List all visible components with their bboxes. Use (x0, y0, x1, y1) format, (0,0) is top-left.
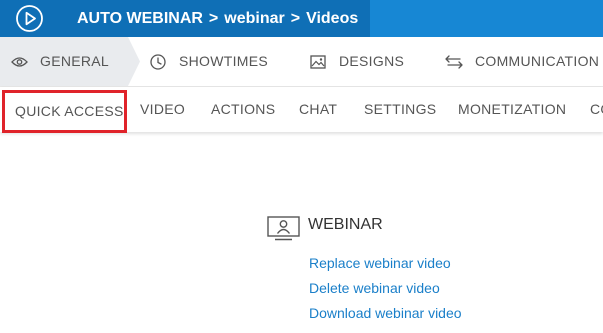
replace-webinar-video-link[interactable]: Replace webinar video (309, 255, 451, 271)
clock-icon (150, 54, 166, 70)
webinar-section-title: WEBINAR (308, 216, 383, 233)
sub-tab-video-label: VIDEO (140, 101, 186, 117)
sub-tab-co-label: CO (590, 101, 603, 117)
sub-tab-video[interactable]: VIDEO (140, 87, 185, 132)
tab-communication[interactable]: COMMUNICATION (444, 37, 603, 86)
breadcrumb-separator: > (290, 10, 301, 27)
sub-tab-actions[interactable]: ACTIONS (211, 87, 275, 132)
logo[interactable] (0, 0, 60, 37)
breadcrumb-item-webinar[interactable]: webinar (224, 10, 284, 27)
sub-tab-monetization-label: MONETIZATION (458, 101, 567, 117)
sub-tab-monetization[interactable]: MONETIZATION (458, 87, 566, 132)
breadcrumb: AUTO WEBINAR > webinar > Videos (77, 0, 358, 37)
tab-showtimes-label: SHOWTIMES (179, 53, 269, 69)
sub-tab-co[interactable]: CO (590, 87, 603, 132)
presenter-screen-icon (267, 216, 300, 241)
tab-designs[interactable]: DESIGNS (309, 37, 414, 86)
breadcrumb-item-videos: Videos (306, 10, 359, 27)
breadcrumb-item-auto-webinar[interactable]: AUTO WEBINAR (77, 10, 203, 27)
sub-tab-quick-access[interactable]: QUICK ACCESS (2, 90, 127, 133)
exchange-arrows-icon (445, 55, 463, 69)
sub-tab-settings-label: SETTINGS (364, 101, 437, 117)
tab-showtimes[interactable]: SHOWTIMES (148, 37, 273, 86)
breadcrumb-separator: > (208, 10, 219, 27)
sub-tabs: QUICK ACCESS VIDEO ACTIONS CHAT SETTINGS… (0, 87, 603, 133)
tab-general-label: GENERAL (40, 53, 110, 69)
tab-designs-label: DESIGNS (339, 53, 405, 69)
tab-general[interactable]: GENERAL (0, 37, 128, 86)
sub-tab-chat-label: CHAT (299, 101, 338, 117)
sub-tab-settings[interactable]: SETTINGS (364, 87, 436, 132)
eye-icon (11, 57, 28, 67)
sub-tab-actions-label: ACTIONS (211, 101, 276, 117)
download-webinar-video-link[interactable]: Download webinar video (309, 305, 462, 321)
top-header: AUTO WEBINAR > webinar > Videos (0, 0, 603, 37)
tab-communication-label: COMMUNICATION (475, 53, 600, 69)
sub-tab-quick-access-label: QUICK ACCESS (15, 103, 124, 119)
sub-tab-chat[interactable]: CHAT (299, 87, 337, 132)
image-icon (310, 55, 326, 69)
main-tabs: GENERAL SHOWTIMES DESIGNS COMMUNICATION (0, 37, 603, 87)
play-circle-icon (16, 5, 43, 32)
delete-webinar-video-link[interactable]: Delete webinar video (309, 280, 440, 296)
